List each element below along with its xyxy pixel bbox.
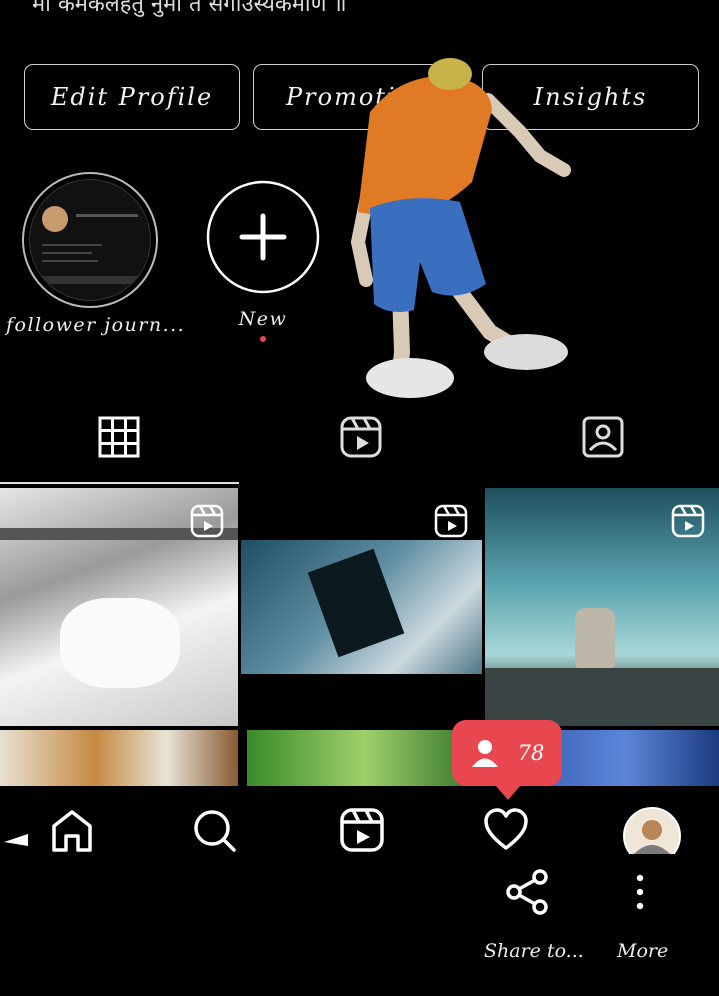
reel-badge-icon — [190, 504, 224, 538]
share-icon[interactable] — [504, 868, 552, 916]
highlight-label: New — [238, 308, 288, 330]
more-label[interactable]: More — [617, 940, 668, 962]
tagged-icon[interactable] — [580, 414, 626, 460]
reel-badge-icon — [434, 504, 468, 538]
search-icon[interactable] — [190, 806, 238, 854]
reels-icon[interactable] — [338, 806, 386, 854]
reel-badge-icon — [671, 504, 705, 538]
highlight-thumbnail — [29, 179, 151, 301]
reels-tab-icon[interactable] — [338, 414, 384, 460]
highlight-follower-journey[interactable]: follower journ... — [6, 172, 185, 336]
post-tile[interactable] — [0, 488, 238, 726]
edit-profile-button[interactable]: Edit Profile — [24, 64, 240, 130]
notification-count: 78 — [517, 741, 545, 765]
post-tile[interactable] — [485, 488, 719, 726]
add-icon — [206, 180, 320, 294]
post-tile[interactable] — [0, 730, 238, 786]
back-arrow-icon[interactable] — [0, 806, 30, 854]
heart-icon[interactable] — [482, 806, 530, 854]
new-dot-indicator — [260, 336, 266, 342]
dancing-character-overlay — [350, 58, 571, 398]
highlight-label: follower journ... — [6, 314, 186, 336]
active-tab-indicator — [0, 482, 239, 484]
more-vertical-icon[interactable] — [620, 872, 660, 912]
bio-text: मा कमकलहतु नुमा त सगाउस्यकमाण ॥ — [32, 0, 347, 17]
follower-notification-bubble[interactable]: 78 — [452, 720, 562, 800]
highlight-new[interactable]: New — [206, 180, 320, 342]
post-tile[interactable] — [241, 488, 482, 726]
grid-icon[interactable] — [96, 414, 142, 460]
share-label[interactable]: Share to... — [484, 940, 584, 962]
home-icon[interactable] — [48, 806, 96, 854]
highlight-cover — [22, 172, 158, 308]
post-tile[interactable] — [247, 730, 482, 786]
person-icon — [471, 740, 498, 767]
avatar[interactable] — [622, 806, 682, 854]
